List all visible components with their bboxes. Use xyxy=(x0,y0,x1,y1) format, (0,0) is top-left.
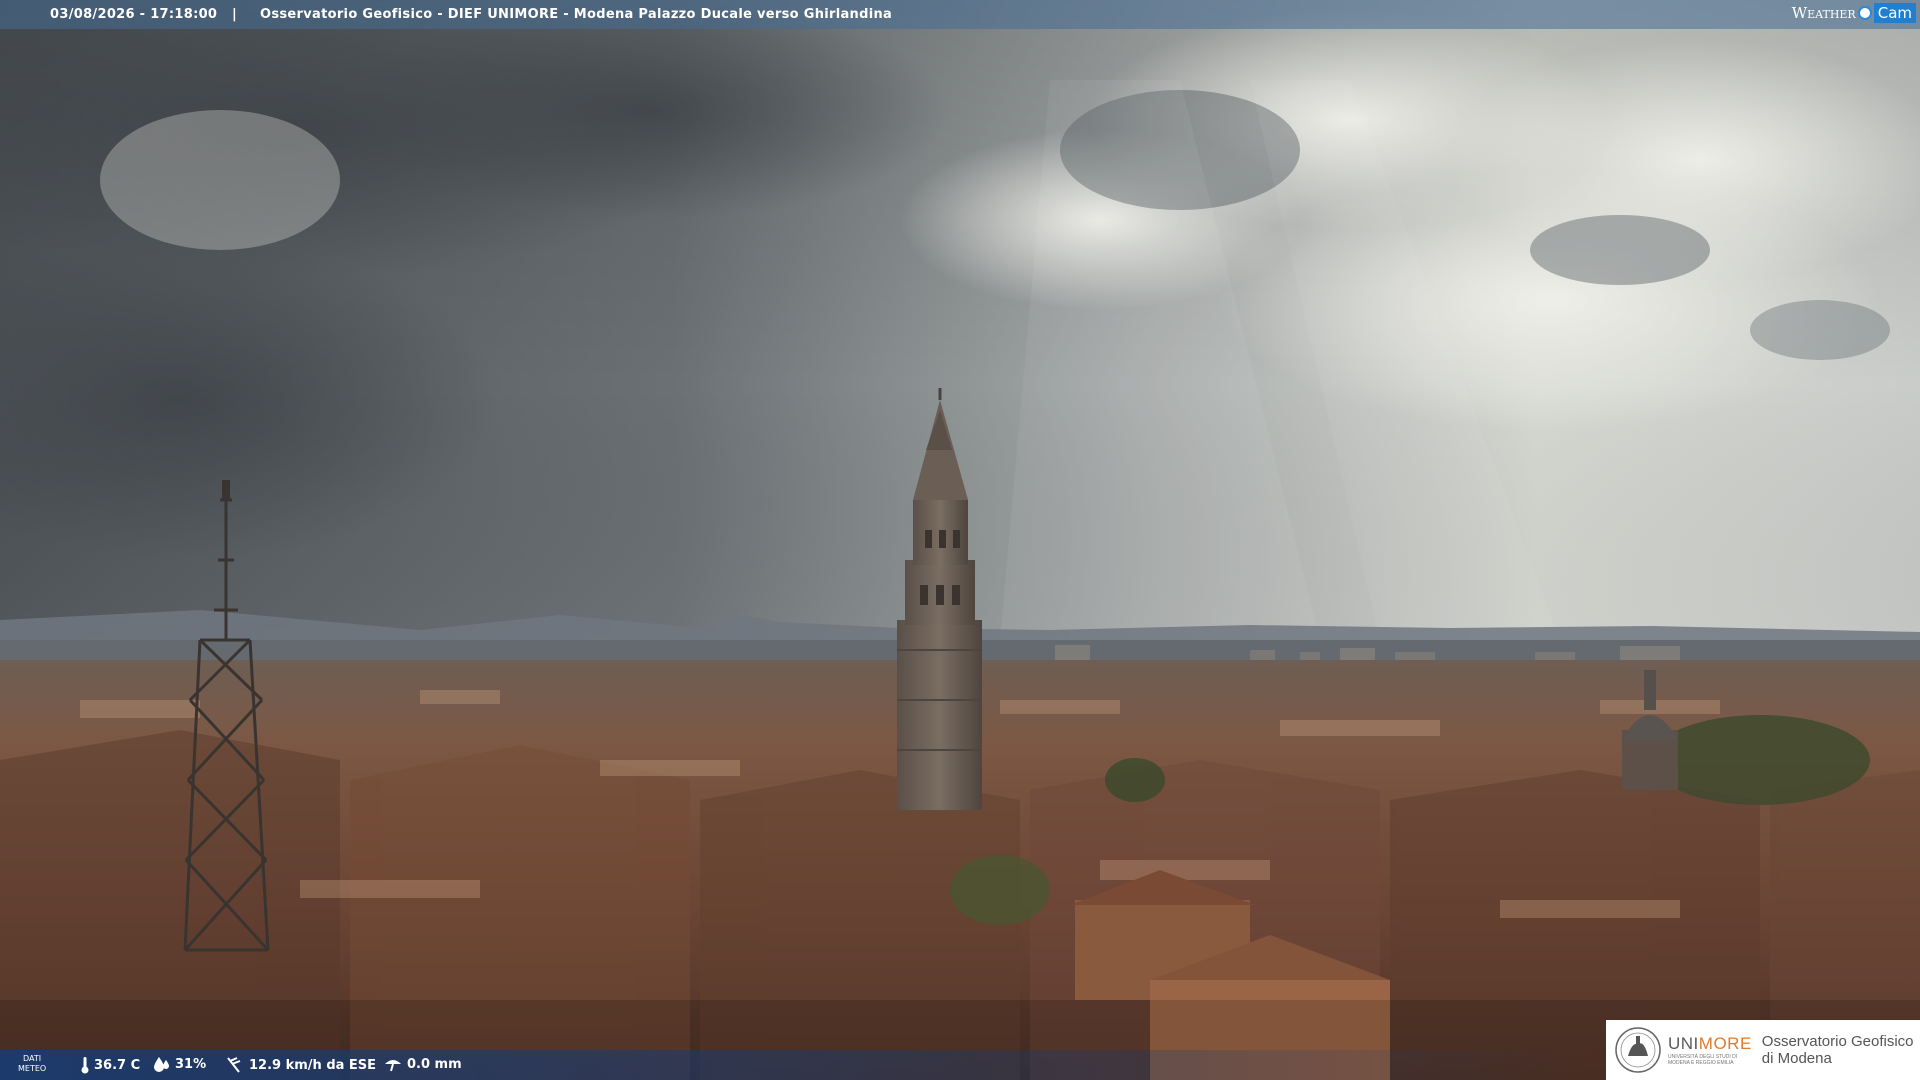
unimore-seal-icon xyxy=(1615,1027,1661,1073)
weather-data-label-line2: METEO xyxy=(18,1064,47,1073)
temperature-value: 36.7 C xyxy=(94,1057,141,1073)
separator: | xyxy=(232,7,238,22)
observatory-name-line1: Osservatorio Geofisico xyxy=(1761,1033,1914,1050)
weathercam-dot-icon xyxy=(1857,6,1872,20)
webcam-frame: 03/08/2026 - 17:18:00 | Osservatorio Geo… xyxy=(0,0,1920,1080)
unimore-logo: UNIMORE UNIVERSITÀ DEGLI STUDI DI MODENA… xyxy=(1606,1020,1920,1080)
observatory-name-line2: di Modena xyxy=(1761,1050,1832,1067)
humidity-value: 31% xyxy=(175,1056,207,1072)
rain-value: 0.0 mm xyxy=(407,1056,462,1072)
webcam-scene xyxy=(0,0,1920,1080)
unimore-subtitle: UNIVERSITÀ DEGLI STUDI DI MODENA E REGGI… xyxy=(1668,1054,1738,1066)
humidity-icon xyxy=(154,1057,169,1072)
timestamp: 03/08/2026 - 17:18:00 xyxy=(50,7,218,22)
unimore-brand-text: UNIMORE UNIVERSITÀ DEGLI STUDI DI MODENA… xyxy=(1668,1034,1752,1066)
rain-stat: 0.0 mm xyxy=(383,1056,462,1072)
weather-data-label-line1: DATI xyxy=(23,1054,42,1063)
weathercam-cam-text: Cam xyxy=(1873,3,1916,23)
weather-data-label: DATI METEO xyxy=(18,1054,46,1074)
unimore-uni-text: UNI xyxy=(1668,1034,1699,1053)
observatory-name: Osservatorio Geofisico di Modena xyxy=(1762,1033,1914,1067)
weather-data-bar: DATI METEO 36.7 C 31% 12.9 km/h da ESE 0… xyxy=(0,1050,1600,1080)
camera-title: Osservatorio Geofisico - DIEF UNIMORE - … xyxy=(260,7,893,22)
info-bar: 03/08/2026 - 17:18:00 | Osservatorio Geo… xyxy=(0,0,1920,29)
wind-value: 12.9 km/h da ESE xyxy=(249,1057,377,1073)
wind-icon xyxy=(227,1057,241,1073)
humidity-stat: 31% xyxy=(153,1056,206,1072)
wind-stat: 12.9 km/h da ESE xyxy=(225,1056,376,1074)
rain-gauge-icon xyxy=(385,1060,401,1072)
weathercam-logo: Weather Cam xyxy=(1792,0,1920,26)
unimore-more-text: MORE xyxy=(1698,1034,1752,1053)
weathercam-weather-text: Weather xyxy=(1791,4,1856,22)
temperature-stat: 36.7 C xyxy=(80,1056,140,1074)
unimore-wordmark: UNIMORE xyxy=(1668,1034,1752,1054)
thermometer-icon xyxy=(81,1057,89,1074)
